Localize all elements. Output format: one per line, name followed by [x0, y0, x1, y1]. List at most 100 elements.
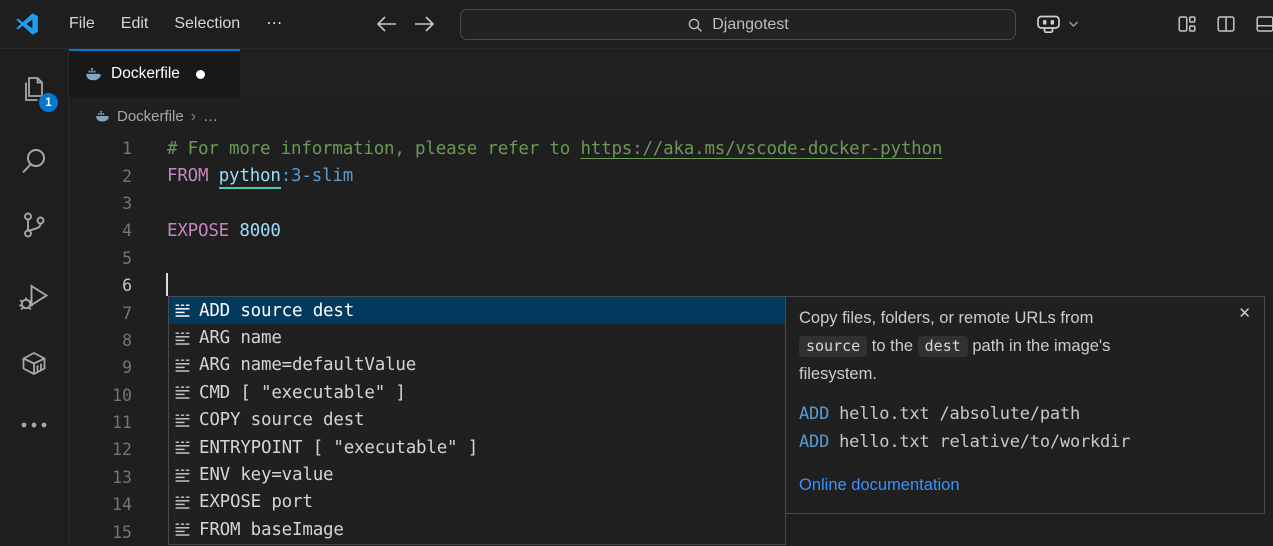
line-number: 8	[69, 331, 132, 350]
menu-item-3[interactable]: ⋯	[253, 0, 295, 48]
code-text: # For more information, please refer to …	[167, 139, 942, 159]
suggest-item[interactable]: ENTRYPOINT [ "executable" ]	[169, 434, 785, 461]
docs-text: Copy files, folders, or remote URLs from	[799, 309, 1093, 327]
suggest-item-label: FROM baseImage	[199, 520, 344, 540]
menu-bar: FileEditSelection⋯	[56, 0, 295, 48]
chevron-down-icon	[1068, 20, 1079, 28]
snippet-icon	[174, 521, 191, 538]
line-number: 14	[69, 495, 132, 514]
search-sidebar-icon[interactable]	[19, 146, 50, 177]
line-number: 15	[69, 523, 132, 542]
line-number: 4	[69, 221, 132, 240]
toggle-sidebar-icon[interactable]	[1217, 15, 1235, 33]
code-token: # For more information, please refer to	[167, 139, 580, 159]
docs-text-line: source to the dest path in the image's	[799, 332, 1250, 360]
code-line: 3	[69, 190, 1273, 217]
menu-item-0[interactable]: File	[56, 0, 108, 48]
line-number: 11	[69, 413, 132, 432]
breadcrumb-file[interactable]: Dockerfile	[117, 108, 184, 125]
line-number: 3	[69, 194, 132, 213]
suggest-item[interactable]: ARG name=defaultValue	[169, 352, 785, 379]
back-arrow-icon[interactable]	[376, 15, 397, 33]
docs-text-line: filesystem.	[799, 360, 1250, 388]
docs-text: path in the image's	[968, 337, 1111, 355]
line-number: 10	[69, 386, 132, 405]
docker-whale-icon	[95, 110, 110, 123]
search-text: Djangotest	[712, 16, 789, 34]
line-number: 12	[69, 440, 132, 459]
online-documentation-link[interactable]: Online documentation	[799, 471, 960, 499]
docs-code-line: ADD hello.txt /absolute/path	[799, 401, 1250, 429]
docs-text-line: Copy files, folders, or remote URLs from	[799, 304, 1250, 332]
toggle-panel-icon[interactable]	[1256, 15, 1273, 33]
docs-code-keyword: ADD	[799, 404, 829, 424]
title-bar: FileEditSelection⋯ Djangotest	[0, 0, 1273, 49]
line-number: 9	[69, 358, 132, 377]
suggest-item[interactable]: EXPOSE port	[169, 489, 785, 516]
tab-dockerfile[interactable]: Dockerfile	[69, 49, 240, 97]
inline-code: source	[799, 336, 867, 357]
snippet-icon	[174, 302, 191, 319]
code-token: python	[219, 166, 281, 189]
line-number: 2	[69, 167, 132, 186]
code-line: 1# For more information, please refer to…	[69, 135, 1273, 162]
line-number: 6	[69, 276, 132, 295]
suggest-item-label: ARG name=defaultValue	[199, 355, 416, 375]
snippet-icon	[174, 439, 191, 456]
code-line: 4 EXPOSE 8000	[69, 217, 1273, 244]
close-icon[interactable]: ✕	[1238, 306, 1251, 321]
customize-layout-icon[interactable]	[1178, 15, 1196, 33]
suggest-item[interactable]: FROM baseImage	[169, 516, 785, 543]
suggest-details-panel: ✕ Copy files, folders, or remote URLs fr…	[785, 296, 1265, 514]
docs-paragraph: Copy files, folders, or remote URLs from…	[799, 304, 1250, 388]
activity-bar: 1	[0, 49, 69, 544]
breadcrumb: Dockerfile › …	[69, 98, 1273, 135]
command-center-search[interactable]: Djangotest	[460, 9, 1016, 40]
line-number: 7	[69, 304, 132, 323]
layout-controls	[1178, 0, 1273, 48]
suggest-item[interactable]: ADD source dest	[169, 297, 785, 324]
snippet-icon	[174, 357, 191, 374]
docs-code-keyword: ADD	[799, 432, 829, 452]
breadcrumb-more[interactable]: …	[203, 108, 218, 125]
source-control-icon[interactable]	[18, 209, 50, 241]
suggest-item-label: COPY source dest	[199, 410, 364, 430]
forward-arrow-icon[interactable]	[414, 15, 435, 33]
inline-code: dest	[918, 336, 968, 357]
docs-code-text: hello.txt /absolute/path	[829, 404, 1080, 424]
tab-label: Dockerfile	[111, 65, 180, 83]
code-token: EXPOSE	[167, 221, 239, 241]
suggest-item[interactable]: ENV key=value	[169, 461, 785, 488]
breadcrumb-separator: ›	[191, 108, 196, 126]
suggest-item[interactable]: ARG name	[169, 324, 785, 351]
code-token: 8000	[239, 221, 280, 241]
copilot-menu[interactable]	[1036, 0, 1079, 48]
line-number: 13	[69, 468, 132, 487]
snippet-icon	[174, 412, 191, 429]
suggest-item[interactable]: CMD [ "executable" ]	[169, 379, 785, 406]
explorer-badge: 1	[39, 93, 58, 112]
more-actions-icon[interactable]	[19, 419, 49, 431]
menu-item-2[interactable]: Selection	[161, 0, 253, 48]
snippet-icon	[174, 330, 191, 347]
docker-extension-icon[interactable]	[18, 347, 51, 380]
search-icon	[687, 17, 703, 33]
copilot-icon	[1036, 13, 1061, 35]
suggest-item-label: EXPOSE port	[199, 492, 313, 512]
docs-code-examples: ADD hello.txt /absolute/pathADD hello.tx…	[799, 401, 1250, 456]
suggest-item-label: ENTRYPOINT [ "executable" ]	[199, 438, 478, 458]
docker-whale-icon	[85, 67, 102, 82]
code-token: FROM	[167, 166, 219, 186]
suggest-item-label: ADD source dest	[199, 301, 354, 321]
menu-item-1[interactable]: Edit	[108, 0, 162, 48]
suggest-widget: ADD source dest ARG name ARG name=defaul…	[168, 296, 786, 545]
modified-dot[interactable]	[196, 70, 205, 79]
nav-arrows	[376, 0, 435, 48]
docs-text: to the	[867, 337, 917, 355]
suggest-item-label: CMD [ "executable" ]	[199, 383, 406, 403]
explorer-icon[interactable]: 1	[18, 73, 50, 105]
run-debug-icon[interactable]	[18, 280, 51, 313]
vscode-logo-icon	[14, 11, 40, 37]
docs-text: filesystem.	[799, 365, 877, 383]
suggest-item[interactable]: COPY source dest	[169, 407, 785, 434]
